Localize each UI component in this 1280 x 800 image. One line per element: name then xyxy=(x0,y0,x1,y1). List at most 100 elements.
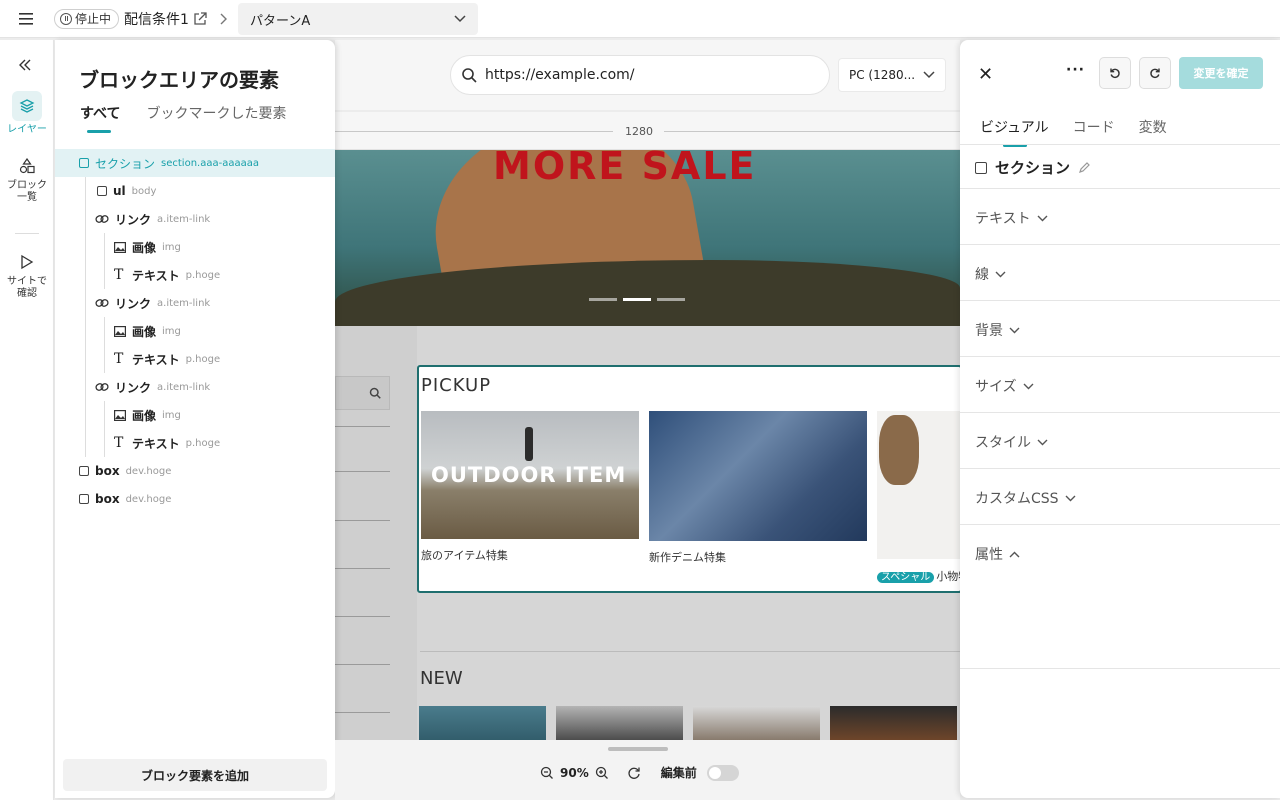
node-selector: p.hoge xyxy=(185,353,221,365)
hero-hill xyxy=(335,260,960,326)
collapse-icon[interactable] xyxy=(18,58,32,76)
page-preview[interactable]: MORE SALE PICKUP OUTDOOR ITEM 旅のアイテム特集 新… xyxy=(335,150,960,740)
width-ruler: 1280 xyxy=(335,112,960,150)
prop-size[interactable]: サイズ xyxy=(975,376,1034,396)
prop-background[interactable]: 背景 xyxy=(975,320,1020,340)
chevron-down-icon xyxy=(454,15,466,23)
status-badge: 停止中 xyxy=(54,8,120,29)
external-link-icon[interactable] xyxy=(193,11,207,26)
ruler-line-left xyxy=(335,131,613,132)
text-icon: T xyxy=(114,351,124,367)
tree-node-image[interactable]: 画像 img xyxy=(55,317,335,345)
tab-visual[interactable]: ビジュアル xyxy=(980,117,1049,147)
prop-border[interactable]: 線 xyxy=(975,264,1006,284)
prop-label: 背景 xyxy=(975,323,1003,339)
rail-divider xyxy=(15,233,39,234)
tree-node-link[interactable]: リンク a.item-link xyxy=(55,373,335,401)
rail-blocks-label-2: 一覧 xyxy=(17,192,37,203)
new-title: NEW xyxy=(420,668,463,689)
url-input[interactable]: https://example.com/ xyxy=(450,55,830,95)
add-block-button[interactable]: ブロック要素を追加 xyxy=(63,759,327,791)
new-thumb[interactable] xyxy=(556,706,683,740)
node-selector: a.item-link xyxy=(157,297,211,309)
refresh-icon[interactable] xyxy=(627,766,641,780)
prop-custom-css[interactable]: カスタムCSS xyxy=(975,488,1076,508)
chevron-down-icon xyxy=(1023,383,1034,389)
prop-label: サイズ xyxy=(975,379,1017,395)
node-name: ul xyxy=(113,184,126,198)
play-icon xyxy=(21,254,34,270)
new-thumb[interactable] xyxy=(830,706,957,740)
pattern-select[interactable]: パターンA xyxy=(238,3,478,35)
tree-node-image[interactable]: 画像 img xyxy=(55,233,335,261)
tab-all[interactable]: すべて xyxy=(80,103,120,133)
search-icon xyxy=(369,387,381,399)
tab-bookmarked[interactable]: ブックマークした要素 xyxy=(146,103,286,133)
node-selector: dev.hoge xyxy=(125,493,172,505)
pencil-icon[interactable] xyxy=(1078,161,1091,174)
selected-element-name: セクション xyxy=(995,159,1071,177)
zoom-level: 90% xyxy=(560,765,589,780)
device-select[interactable]: PC (1280... xyxy=(838,58,946,92)
chevron-down-icon xyxy=(1009,327,1020,333)
tree-node-text[interactable]: T テキスト p.hoge xyxy=(55,261,335,289)
close-icon[interactable]: ✕ xyxy=(978,64,993,85)
rail-blocks[interactable]: ブロック 一覧 xyxy=(2,158,52,204)
redo-button[interactable] xyxy=(1139,57,1171,89)
undo-button[interactable] xyxy=(1099,57,1131,89)
prop-label: カスタムCSS xyxy=(975,491,1059,507)
new-thumb[interactable] xyxy=(419,706,546,740)
node-name: リンク xyxy=(115,380,152,395)
tree-node-text[interactable]: T テキスト p.hoge xyxy=(55,429,335,457)
node-name: 画像 xyxy=(132,324,157,339)
top-bar: 停止中 配信条件1 パターンA xyxy=(0,0,1280,38)
node-name: box xyxy=(95,492,120,506)
square-icon xyxy=(79,158,89,168)
tab-variables[interactable]: 変数 xyxy=(1139,117,1167,147)
tree-node-link[interactable]: リンク a.item-link xyxy=(55,205,335,233)
condition-title[interactable]: 配信条件1 xyxy=(124,9,189,29)
rail-layers[interactable]: レイヤー xyxy=(5,91,49,136)
zoom-in-icon[interactable] xyxy=(595,766,609,780)
prop-style[interactable]: スタイル xyxy=(975,432,1048,452)
pickup-card[interactable]: OUTDOOR ITEM 旅のアイテム特集 xyxy=(421,411,639,563)
menu-icon[interactable] xyxy=(0,0,54,38)
more-icon[interactable]: ··· xyxy=(1066,62,1085,78)
square-icon xyxy=(79,466,89,476)
new-thumb[interactable] xyxy=(693,706,820,740)
rail-blocks-label-1: ブロック xyxy=(7,180,47,191)
pickup-card[interactable]: スペシャル小物特 xyxy=(877,411,960,584)
layers-tabs: すべて ブックマークした要素 xyxy=(80,103,286,133)
square-icon xyxy=(79,494,89,504)
bottom-bar: 90% 編集前 xyxy=(335,740,960,800)
tree-node-box[interactable]: box dev.hoge xyxy=(55,485,335,513)
node-selector: a.item-link xyxy=(157,381,211,393)
hero-banner[interactable]: MORE SALE xyxy=(335,150,960,326)
node-selector: a.item-link xyxy=(157,213,211,225)
leopard-item xyxy=(879,415,919,485)
confirm-button[interactable]: 変更を確定 xyxy=(1179,57,1263,89)
edit-toggle[interactable] xyxy=(706,764,739,781)
prop-attributes[interactable]: 属性 xyxy=(975,544,1020,564)
ruler-line-right xyxy=(664,131,960,132)
zoom-out-icon[interactable] xyxy=(540,766,554,780)
pickup-section[interactable]: PICKUP OUTDOOR ITEM 旅のアイテム特集 新作デニム特集 スペシ… xyxy=(417,365,960,593)
rail-site-check[interactable]: サイトで 確認 xyxy=(2,254,52,300)
pickup-card[interactable]: 新作デニム特集 xyxy=(649,411,867,565)
tree-node-text[interactable]: T テキスト p.hoge xyxy=(55,345,335,373)
tree-node-ul[interactable]: ul body xyxy=(55,177,335,205)
chevron-right-icon xyxy=(220,13,227,24)
drag-handle[interactable] xyxy=(608,747,668,751)
tree-node-box[interactable]: box dev.hoge xyxy=(55,457,335,485)
pause-icon xyxy=(60,12,72,25)
prop-text[interactable]: テキスト xyxy=(975,208,1048,228)
layer-tree: セクション section.aaa-aaaaaa ul body リンク a.i… xyxy=(55,149,335,513)
tab-code[interactable]: コード xyxy=(1073,117,1115,147)
tree-node-image[interactable]: 画像 img xyxy=(55,401,335,429)
carousel-dots[interactable] xyxy=(589,298,685,301)
divider xyxy=(960,144,1280,145)
tree-node-section[interactable]: セクション section.aaa-aaaaaa xyxy=(55,149,335,177)
tree-node-link[interactable]: リンク a.item-link xyxy=(55,289,335,317)
card-image: OUTDOOR ITEM xyxy=(421,411,639,539)
node-name: リンク xyxy=(115,296,152,311)
